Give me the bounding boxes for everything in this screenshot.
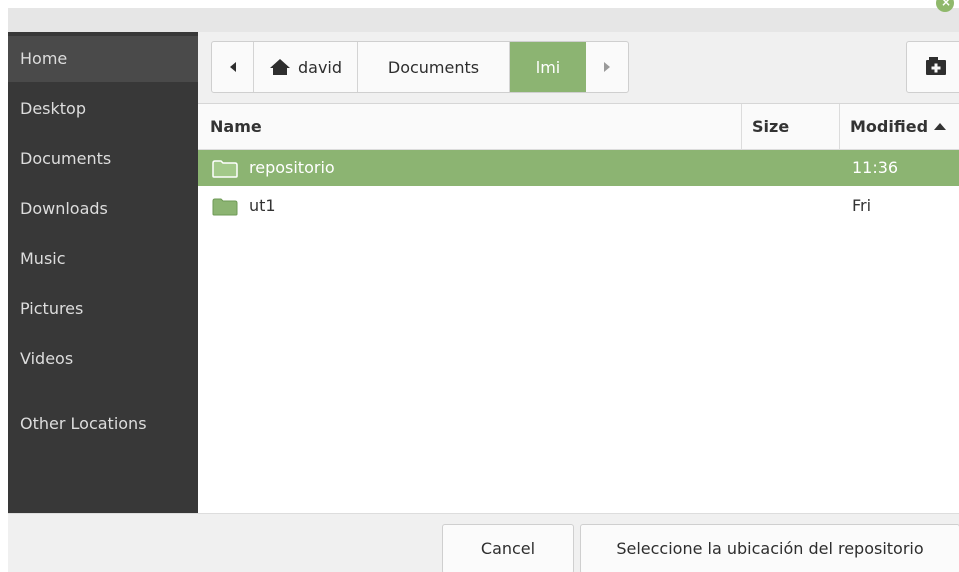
path-segment-label: Documents (387, 57, 480, 77)
dialog-titlebar (8, 8, 959, 32)
chevron-left-icon (229, 62, 236, 72)
new-folder-button[interactable] (906, 41, 959, 93)
column-header-name[interactable]: Name (198, 104, 742, 150)
column-name-label: Name (210, 117, 262, 136)
places-sidebar: Home Desktop Documents Downloads Music P… (8, 32, 198, 513)
select-location-button[interactable]: Seleccione la ubicación del repositorio (580, 524, 959, 572)
close-button[interactable]: × (934, 0, 954, 16)
close-x-glyph: × (941, 0, 952, 9)
file-modified: Fri (852, 196, 872, 215)
file-name: ut1 (249, 196, 276, 215)
column-modified-label: Modified (850, 117, 929, 136)
file-row-repositorio[interactable]: repositorio 11:36 (198, 150, 959, 186)
sidebar-item-music[interactable]: Music (8, 236, 198, 282)
dialog-action-bar: Cancel Seleccione la ubicación del repos… (8, 513, 959, 572)
path-back-button[interactable] (212, 42, 254, 92)
new-folder-icon (926, 57, 946, 75)
cancel-button[interactable]: Cancel (442, 524, 574, 572)
path-segment-lmi[interactable]: lmi (510, 42, 586, 92)
sidebar-item-pictures[interactable]: Pictures (8, 286, 198, 332)
sidebar-item-documents[interactable]: Documents (8, 136, 198, 182)
path-segment-documents[interactable]: Documents (358, 42, 510, 92)
sidebar-item-desktop[interactable]: Desktop (8, 86, 198, 132)
path-segment-label: lmi (535, 57, 561, 77)
sidebar-item-other-locations[interactable]: Other Locations (8, 401, 198, 447)
path-bar: david Documents lmi (211, 41, 629, 93)
location-toolbar: david Documents lmi (198, 32, 959, 104)
file-list: Name Size Modified repositorio 11:36 ut1… (198, 104, 959, 513)
path-segment-label: david (297, 57, 343, 77)
file-chooser-dialog: × Home Desktop Documents Downloads Music… (0, 0, 959, 572)
sort-ascending-icon (934, 123, 947, 130)
folder-icon (212, 198, 238, 216)
file-row-ut1[interactable]: ut1 Fri (198, 188, 959, 224)
folder-icon (212, 160, 238, 178)
sidebar-item-downloads[interactable]: Downloads (8, 186, 198, 232)
file-modified: 11:36 (852, 158, 899, 177)
path-segment-david[interactable]: david (254, 42, 358, 92)
sidebar-item-home[interactable]: Home (8, 36, 198, 82)
file-list-header: Name Size Modified (198, 104, 959, 150)
chevron-right-icon (604, 62, 610, 72)
sidebar-item-videos[interactable]: Videos (8, 336, 198, 382)
column-size-label: Size (752, 117, 790, 136)
column-header-size[interactable]: Size (742, 104, 840, 150)
home-icon (269, 59, 290, 75)
file-name: repositorio (249, 158, 335, 177)
path-forward-button[interactable] (586, 42, 628, 92)
column-header-modified[interactable]: Modified (840, 104, 959, 150)
